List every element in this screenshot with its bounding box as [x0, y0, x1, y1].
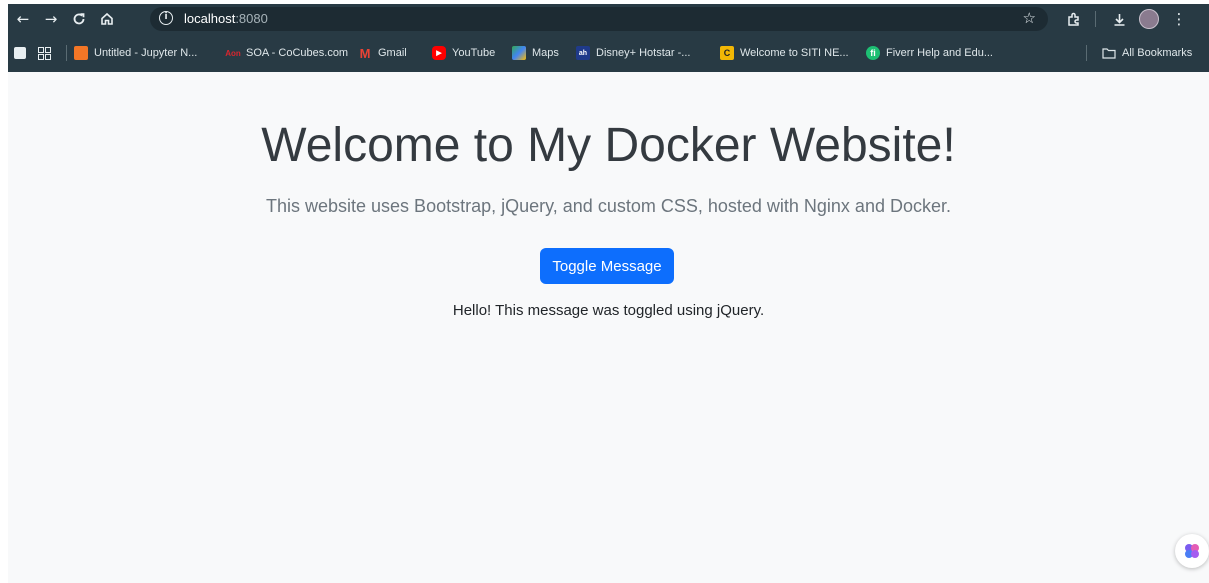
assistant-bubble[interactable]	[1175, 534, 1209, 568]
bookmark-gmail[interactable]: M Gmail	[358, 44, 407, 62]
extensions-icon[interactable]	[1063, 8, 1085, 30]
browser-toolbar: ← → i localhost:8080 ☆ ⋮	[8, 4, 1209, 34]
bookmarks-divider-right	[1086, 45, 1087, 61]
maps-icon	[512, 46, 526, 60]
url-host: localhost	[184, 11, 236, 26]
siti-icon: C	[720, 46, 734, 60]
bookmark-label: YouTube	[452, 47, 496, 59]
bookmarks-divider	[66, 45, 67, 61]
bookmark-label: Untitled - Jupyter N...	[94, 47, 198, 59]
site-info-icon[interactable]: i	[159, 11, 173, 25]
back-icon[interactable]: ←	[12, 8, 34, 30]
browser-chrome: ← → i localhost:8080 ☆ ⋮ Untitled - Jupy…	[8, 4, 1209, 72]
bookmark-fiverr[interactable]: fi Fiverr Help and Edu...	[866, 44, 993, 62]
cocubes-icon: Aon	[225, 48, 241, 58]
brain-icon	[1185, 544, 1199, 558]
all-bookmarks-folder[interactable]: All Bookmarks	[1102, 44, 1192, 62]
bookmark-siti[interactable]: C Welcome to SITI NE...	[720, 44, 849, 62]
toggled-message: Hello! This message was toggled using jQ…	[452, 302, 765, 319]
bookmark-maps[interactable]: Maps	[512, 44, 559, 62]
download-icon[interactable]	[1108, 8, 1130, 30]
reload-icon[interactable]	[68, 8, 90, 30]
url-text[interactable]: localhost:8080	[184, 11, 268, 26]
bookmark-label: SOA - CoCubes.com	[246, 47, 349, 59]
bookmark-label: Disney+ Hotstar -...	[596, 47, 691, 59]
bookmark-cocubes[interactable]: Aon SOA - CoCubes.com	[225, 44, 349, 62]
tab-search-icon[interactable]	[14, 44, 26, 62]
bookmark-label: Welcome to SITI NE...	[740, 47, 849, 59]
bookmark-star-icon[interactable]: ☆	[1023, 9, 1036, 27]
web-page: Welcome to My Docker Website! This websi…	[8, 72, 1209, 583]
bookmark-label: Maps	[532, 47, 559, 59]
menu-icon[interactable]: ⋮	[1168, 8, 1190, 30]
address-bar[interactable]: i localhost:8080 ☆	[150, 7, 1048, 31]
gmail-icon: M	[359, 45, 371, 61]
bookmark-youtube[interactable]: ▶ YouTube	[432, 44, 495, 62]
page-title: Welcome to My Docker Website!	[261, 119, 956, 172]
youtube-icon: ▶	[432, 46, 446, 60]
toolbar-divider	[1095, 11, 1096, 27]
page-subtitle: This website uses Bootstrap, jQuery, and…	[266, 196, 951, 216]
bookmark-label: Fiverr Help and Edu...	[886, 47, 993, 59]
profile-avatar[interactable]	[1138, 8, 1160, 30]
folder-icon	[1102, 46, 1116, 60]
apps-grid-icon[interactable]	[38, 44, 51, 62]
url-port: :8080	[235, 11, 268, 26]
all-bookmarks-label: All Bookmarks	[1122, 47, 1193, 59]
toggle-message-button[interactable]: Toggle Message	[540, 248, 674, 284]
fiverr-icon: fi	[866, 46, 880, 60]
home-icon[interactable]	[96, 8, 118, 30]
bookmarks-bar: Untitled - Jupyter N... Aon SOA - CoCube…	[8, 38, 1209, 68]
jupyter-icon	[74, 46, 88, 60]
forward-icon[interactable]: →	[40, 8, 62, 30]
hotstar-icon: ah	[576, 46, 590, 60]
bookmark-jupyter[interactable]: Untitled - Jupyter N...	[74, 44, 197, 62]
bookmark-hotstar[interactable]: ah Disney+ Hotstar -...	[576, 44, 690, 62]
bookmark-label: Gmail	[378, 47, 407, 59]
